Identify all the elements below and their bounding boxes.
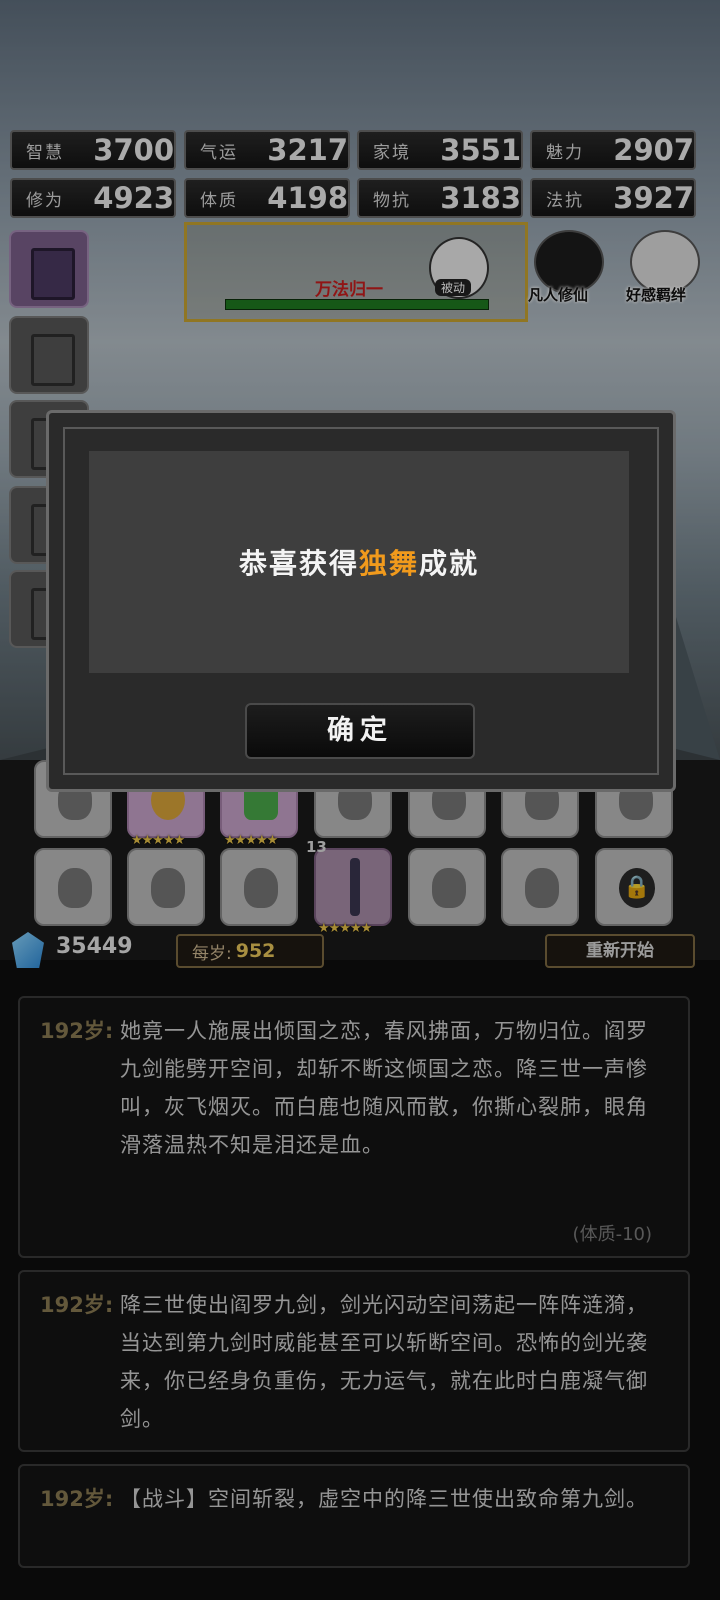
modal-overlay [0, 0, 720, 1600]
achievement-name: 独舞 [358, 547, 419, 580]
dialog-message-box: 恭喜获得独舞成就 [89, 451, 629, 673]
message-prefix: 恭喜获得 [238, 547, 359, 580]
achievement-message: 恭喜获得独舞成就 [239, 542, 479, 582]
achievement-dialog: 恭喜获得独舞成就 确定 [46, 410, 676, 792]
message-suffix: 成就 [419, 547, 480, 580]
confirm-button[interactable]: 确定 [245, 703, 475, 759]
